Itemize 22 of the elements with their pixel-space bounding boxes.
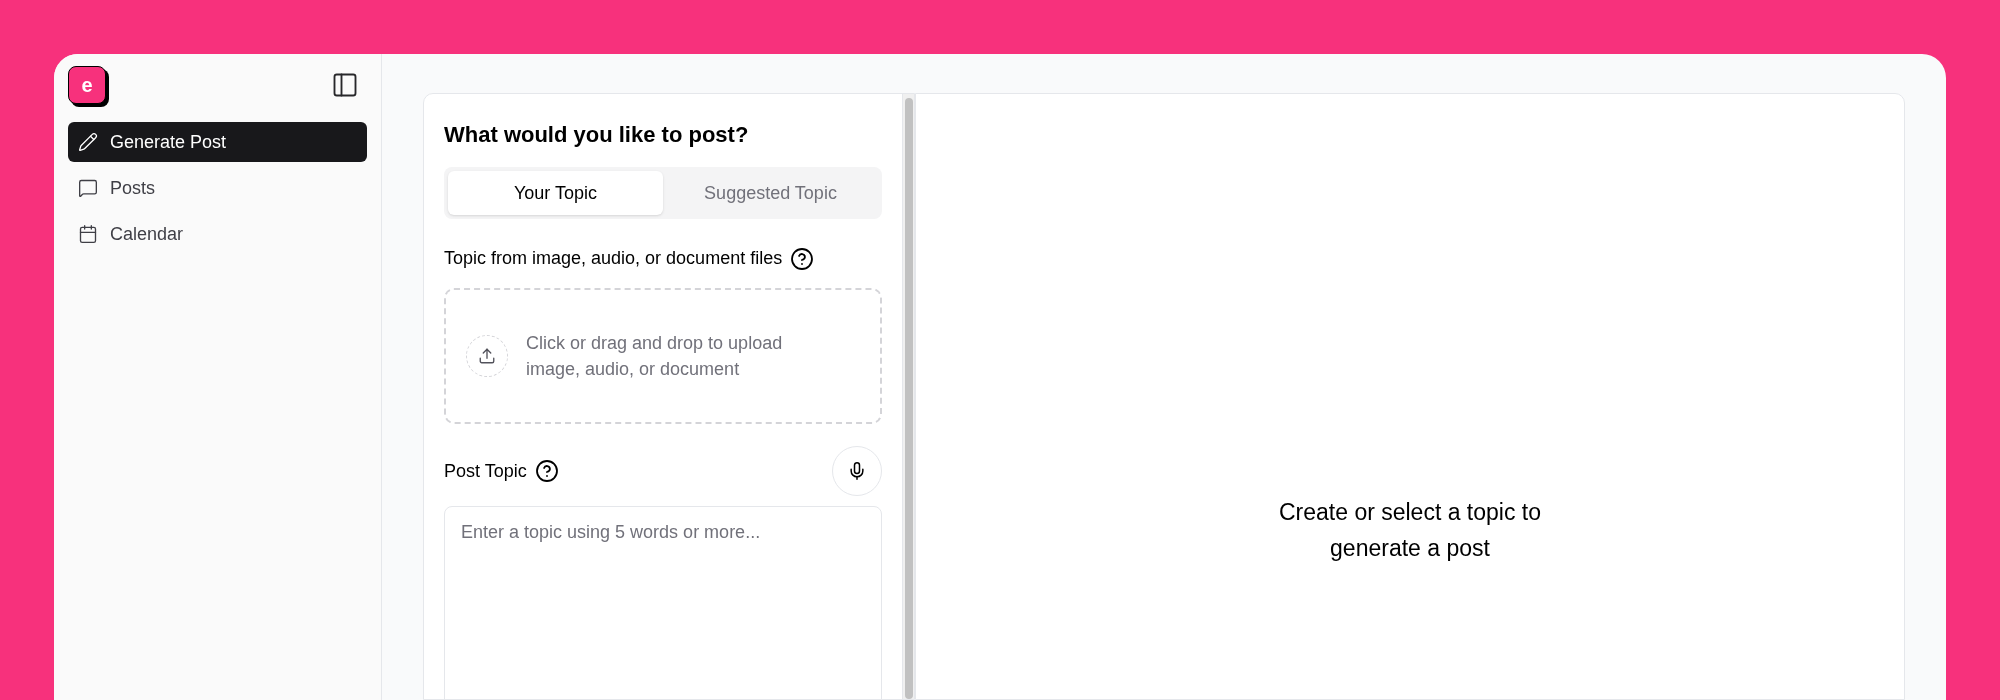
- field-label: Topic from image, audio, or document files: [444, 247, 783, 270]
- calendar-icon: [78, 224, 98, 244]
- sidebar-toggle-icon[interactable]: [331, 71, 359, 99]
- tab[interactable]: Suggested Topic: [663, 171, 878, 215]
- tab[interactable]: Your Topic: [448, 171, 663, 215]
- nav-item[interactable]: Posts: [68, 168, 367, 208]
- form-title: What would you like to post?: [444, 121, 750, 149]
- message-icon: [78, 178, 98, 198]
- upload-hint: Click or drag and drop to upload image, audio, or document: [526, 332, 784, 381]
- help-icon[interactable]: [790, 246, 815, 271]
- microphone-icon: [847, 461, 867, 481]
- topic-input[interactable]: Enter a topic using 5 words or more...: [444, 506, 882, 700]
- empty-state-message: Create or select a topic to generate a post: [1277, 498, 1543, 563]
- app-logo[interactable]: e: [68, 66, 106, 104]
- upload-dropzone[interactable]: Click or drag and drop to upload image, audio, or document: [444, 288, 882, 424]
- microphone-button[interactable]: [832, 446, 882, 496]
- scrollbar[interactable]: [902, 94, 914, 699]
- nav-item[interactable]: Calendar: [68, 214, 367, 254]
- nav-item[interactable]: Generate Post: [68, 122, 367, 162]
- pencil-icon: [78, 132, 98, 152]
- field-label: Post Topic: [444, 459, 527, 483]
- help-icon[interactable]: [534, 459, 559, 483]
